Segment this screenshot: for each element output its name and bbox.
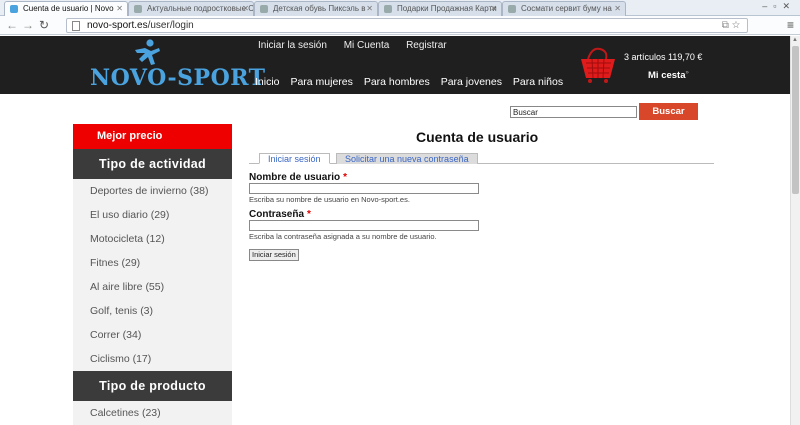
- scroll-up-icon[interactable]: ▲: [792, 37, 798, 43]
- top-links: Iniciar la sesión Mi Cuenta Registrar: [258, 40, 461, 51]
- password-label: Contraseña *: [249, 209, 311, 220]
- sidebar-item-cycling[interactable]: Ciclismo (17): [73, 347, 232, 371]
- product-type-heading: Tipo de producto: [73, 371, 232, 401]
- favicon-icon: [260, 5, 268, 13]
- page-title: Cuenta de usuario: [416, 129, 539, 145]
- close-icon[interactable]: ✕: [614, 2, 621, 16]
- scroll-thumb[interactable]: [792, 46, 799, 194]
- tab-login[interactable]: Iniciar sesión: [259, 153, 330, 164]
- window-controls[interactable]: ‒▫✕: [762, 1, 796, 12]
- close-icon[interactable]: ✕: [116, 2, 123, 16]
- sidebar-item-daily-use[interactable]: El uso diario (29): [73, 203, 232, 227]
- nav-kids[interactable]: Para niños: [513, 76, 563, 88]
- forward-icon[interactable]: →: [22, 18, 34, 32]
- sidebar-item-outdoor[interactable]: Al aire libre (55): [73, 275, 232, 299]
- sidebar-item-fitness[interactable]: Fitnes (29): [73, 251, 232, 275]
- required-mark: *: [307, 209, 311, 220]
- best-price-link[interactable]: Mejor precio: [73, 124, 232, 149]
- site-header: NOVO-SPORT Iniciar la sesión Mi Cuenta R…: [0, 36, 790, 94]
- reload-icon[interactable]: ↻: [39, 18, 49, 32]
- main-nav: Inicio Para mujeres Para hombres Para jo…: [255, 76, 571, 88]
- nav-youth[interactable]: Para jovenes: [441, 76, 502, 88]
- close-icon[interactable]: ✕: [366, 2, 373, 16]
- search-input[interactable]: [510, 106, 637, 118]
- browser-toolbar: ← → ↻ novo-sport.es/user/login ⧉☆ ≡: [0, 16, 800, 35]
- cart-arrow-icon: »: [685, 70, 689, 76]
- sidebar-item-motorcycle[interactable]: Motocicleta (12): [73, 227, 232, 251]
- favicon-icon: [508, 5, 516, 13]
- username-label: Nombre de usuario *: [249, 172, 348, 183]
- browser-tab[interactable]: Сосмати сервит буму на ✕: [502, 1, 626, 16]
- bookmark-star-icon[interactable]: ☆: [732, 20, 743, 31]
- browser-tab[interactable]: Детская обувь Пиксэль в ✕: [254, 1, 378, 16]
- register-link[interactable]: Registrar: [406, 40, 447, 51]
- site-logo[interactable]: NOVO-SPORT: [90, 66, 266, 90]
- sidebar-item-golf-tennis[interactable]: Golf, tenis (3): [73, 299, 232, 323]
- nav-men[interactable]: Para hombres: [364, 76, 430, 88]
- favicon-icon: [134, 5, 142, 13]
- required-mark: *: [343, 172, 348, 183]
- favicon-icon: [384, 5, 392, 13]
- close-icon[interactable]: ✕: [490, 2, 497, 16]
- login-link[interactable]: Iniciar la sesión: [258, 40, 327, 51]
- search-button[interactable]: Buscar: [639, 103, 698, 120]
- password-input[interactable]: [249, 220, 479, 231]
- username-input[interactable]: [249, 183, 479, 194]
- minimize-icon[interactable]: ‒: [762, 1, 773, 11]
- login-submit-button[interactable]: Iniciar sesión: [249, 249, 299, 261]
- browser-menu-icon[interactable]: ≡: [787, 18, 794, 32]
- back-icon[interactable]: ←: [6, 18, 18, 32]
- sidebar-item-running[interactable]: Correr (34): [73, 323, 232, 347]
- page-icon: [72, 21, 80, 31]
- browser-tab-strip: Cuenta de usuario | Novo ✕ Актуальные по…: [0, 0, 800, 16]
- cart-summary[interactable]: 3 artículos 119,70 €: [624, 52, 702, 62]
- address-bar[interactable]: novo-sport.es/user/login ⧉☆: [66, 18, 748, 33]
- my-basket-link[interactable]: Mi cesta»: [648, 70, 689, 81]
- nav-home[interactable]: Inicio: [255, 76, 280, 88]
- close-window-icon[interactable]: ✕: [782, 1, 796, 11]
- browser-tab[interactable]: Актуальные подростковые С ✕: [128, 1, 254, 16]
- sidebar-item-winter-sports[interactable]: Deportes de invierno (38): [73, 179, 232, 203]
- password-help: Escriba la contraseña asignada a su nomb…: [249, 232, 437, 241]
- shopping-basket-icon[interactable]: [578, 45, 618, 85]
- browser-tab[interactable]: Подарки Продажная Карти ✕: [378, 1, 502, 16]
- url-text[interactable]: novo-sport.es/user/login: [87, 20, 194, 32]
- omnibox-actions: ⧉☆: [722, 20, 743, 31]
- browser-tab-active[interactable]: Cuenta de usuario | Novo ✕: [4, 1, 128, 16]
- activity-type-heading: Tipo de actividad: [73, 149, 232, 179]
- translate-icon[interactable]: ⧉: [722, 20, 732, 31]
- close-icon[interactable]: ✕: [242, 2, 249, 16]
- nav-women[interactable]: Para mujeres: [290, 76, 352, 88]
- username-help: Escriba su nombre de usuario en Novo-spo…: [249, 195, 410, 204]
- my-account-link[interactable]: Mi Cuenta: [344, 40, 390, 51]
- runner-logo-icon[interactable]: [132, 39, 162, 67]
- tab-request-password[interactable]: Solicitar una nueva contraseña: [336, 153, 478, 164]
- sidebar-item-socks[interactable]: Calcetines (23): [73, 401, 232, 425]
- page-scrollbar[interactable]: ▲: [790, 36, 800, 425]
- sidebar: Mejor precio Tipo de actividad Deportes …: [73, 124, 232, 425]
- favicon-icon: [10, 5, 18, 13]
